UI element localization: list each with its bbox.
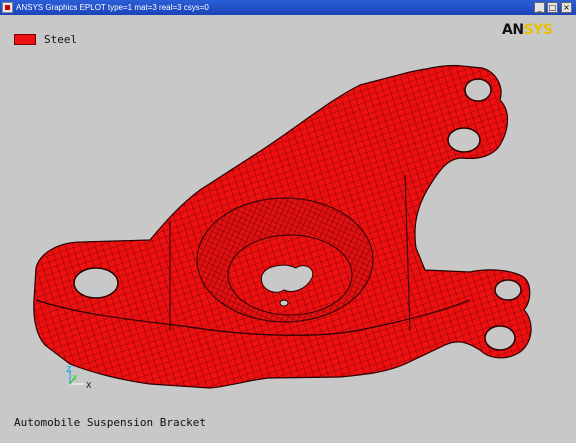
legend-swatch-steel [14,34,36,45]
bracket-mesh-plot: Z Y X [33,64,532,390]
left-mount-hole [73,267,119,299]
ansys-logo: ANSYS [502,22,553,38]
plot-caption: Automobile Suspension Bracket [14,416,207,429]
triad-x-label: X [86,381,92,390]
upper-eye-hole-2 [447,127,481,153]
lower-eye-hole-2 [484,325,516,351]
legend-label-steel: Steel [44,33,78,46]
triad-y-label: Y [72,374,78,382]
small-hole [279,299,289,307]
lower-eye-hole-1 [494,279,522,301]
upper-eye-hole-1 [464,78,492,102]
ansys-graphics-window: ANSYS Graphics EPLOT type=1 mat=3 real=3… [0,0,576,443]
triad-z-label: Z [66,365,72,374]
